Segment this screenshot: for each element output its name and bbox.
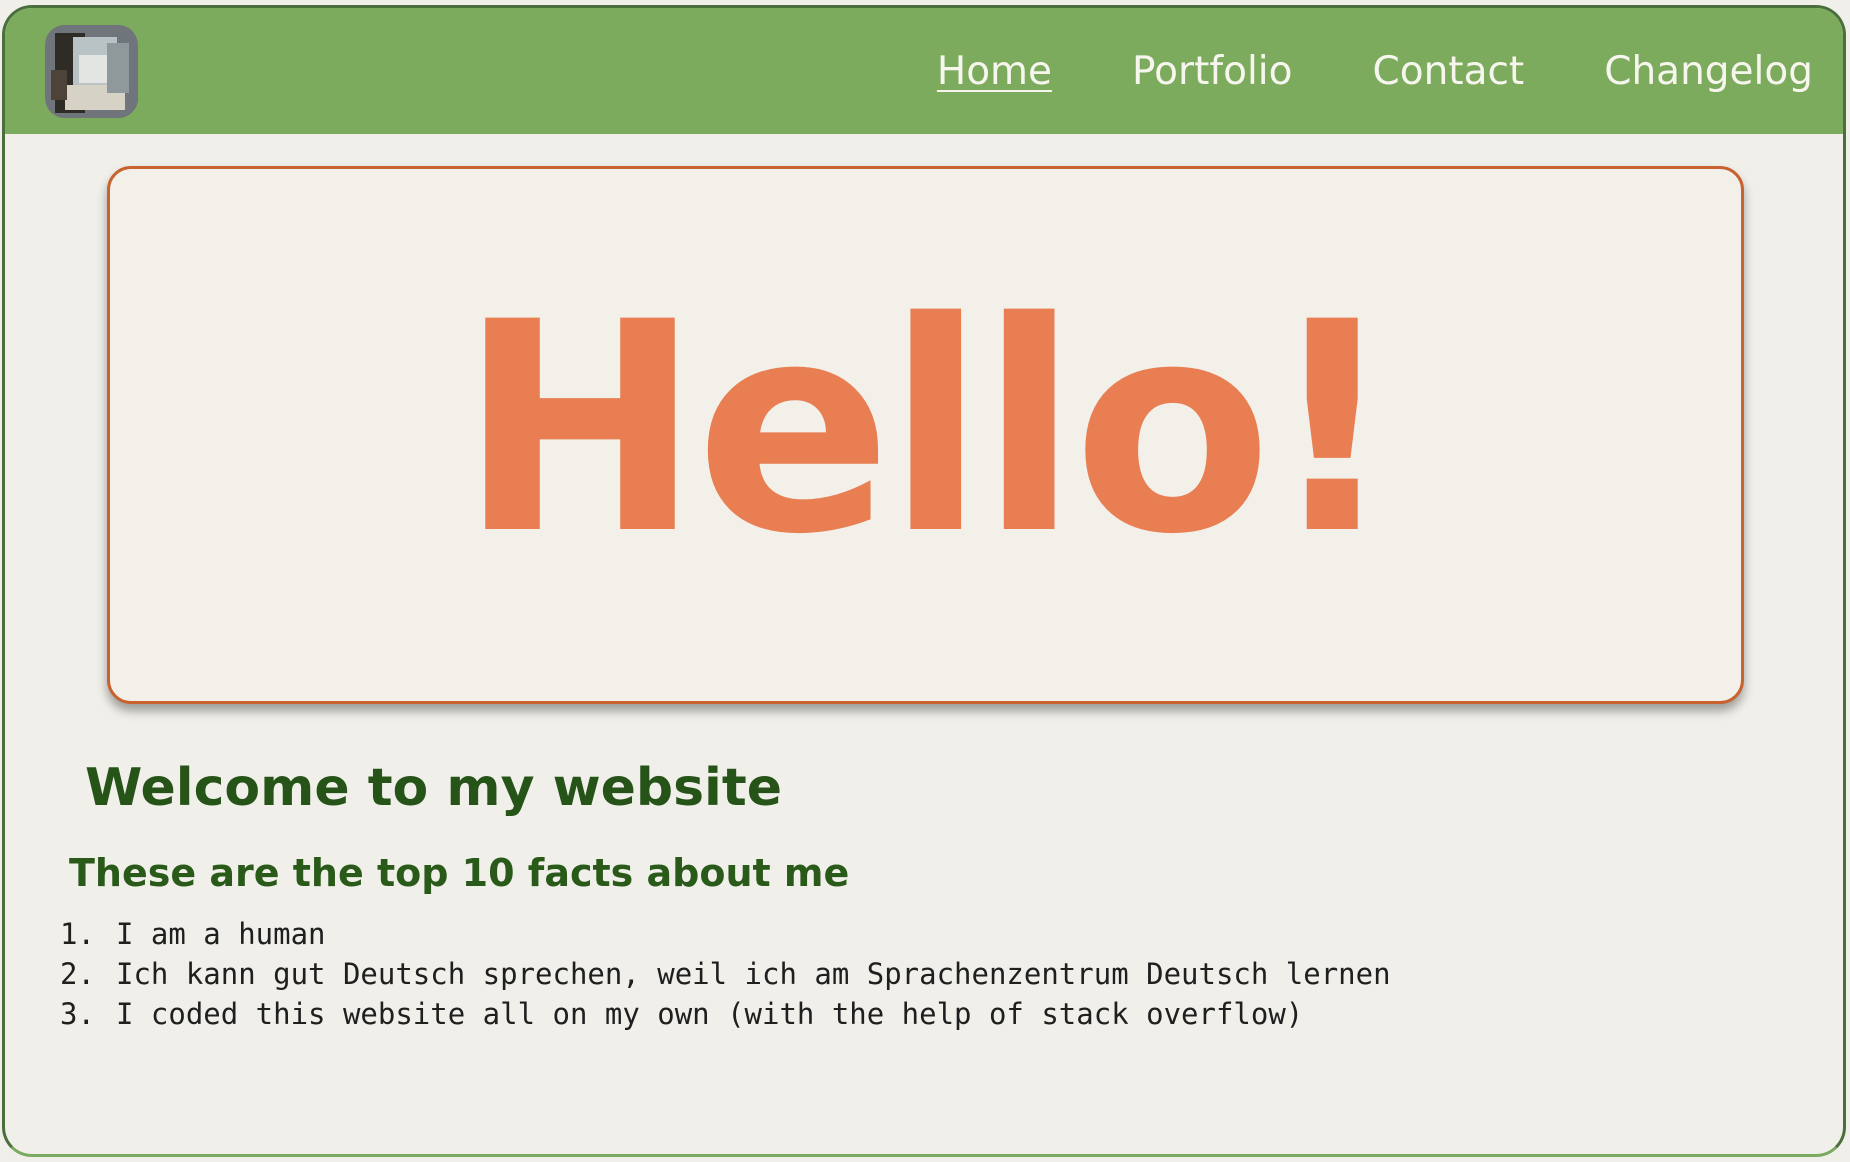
hero-banner: Hello! — [107, 166, 1744, 704]
list-item-text: I coded this website all on my own (with… — [116, 997, 1304, 1031]
nav-link-changelog[interactable]: Changelog — [1604, 49, 1813, 94]
nav-link-portfolio[interactable]: Portfolio — [1132, 49, 1292, 94]
facts-list: 1. I am a human 2. Ich kann gut Deutsch … — [60, 914, 1391, 1034]
list-item: 1. I am a human — [60, 914, 1391, 954]
nav-link-contact[interactable]: Contact — [1372, 49, 1524, 94]
facts-heading: These are the top 10 facts about me — [69, 851, 850, 895]
list-item-number: 1. — [60, 917, 95, 951]
profile-photo-icon[interactable] — [45, 25, 138, 118]
list-item-text: Ich kann gut Deutsch sprechen, weil ich … — [116, 957, 1391, 991]
list-item: 3. I coded this website all on my own (w… — [60, 994, 1391, 1034]
main-navigation: Home Portfolio Contact Changelog — [937, 8, 1813, 134]
list-item-number: 3. — [60, 997, 95, 1031]
list-item-text: I am a human — [116, 917, 326, 951]
top-navbar: Home Portfolio Contact Changelog — [5, 8, 1843, 134]
list-item-number: 2. — [60, 957, 95, 991]
nav-link-home[interactable]: Home — [937, 49, 1052, 94]
hero-title: Hello! — [458, 261, 1399, 598]
list-item: 2. Ich kann gut Deutsch sprechen, weil i… — [60, 954, 1391, 994]
page-frame: Home Portfolio Contact Changelog Hello! … — [2, 5, 1846, 1157]
welcome-heading: Welcome to my website — [85, 758, 782, 818]
